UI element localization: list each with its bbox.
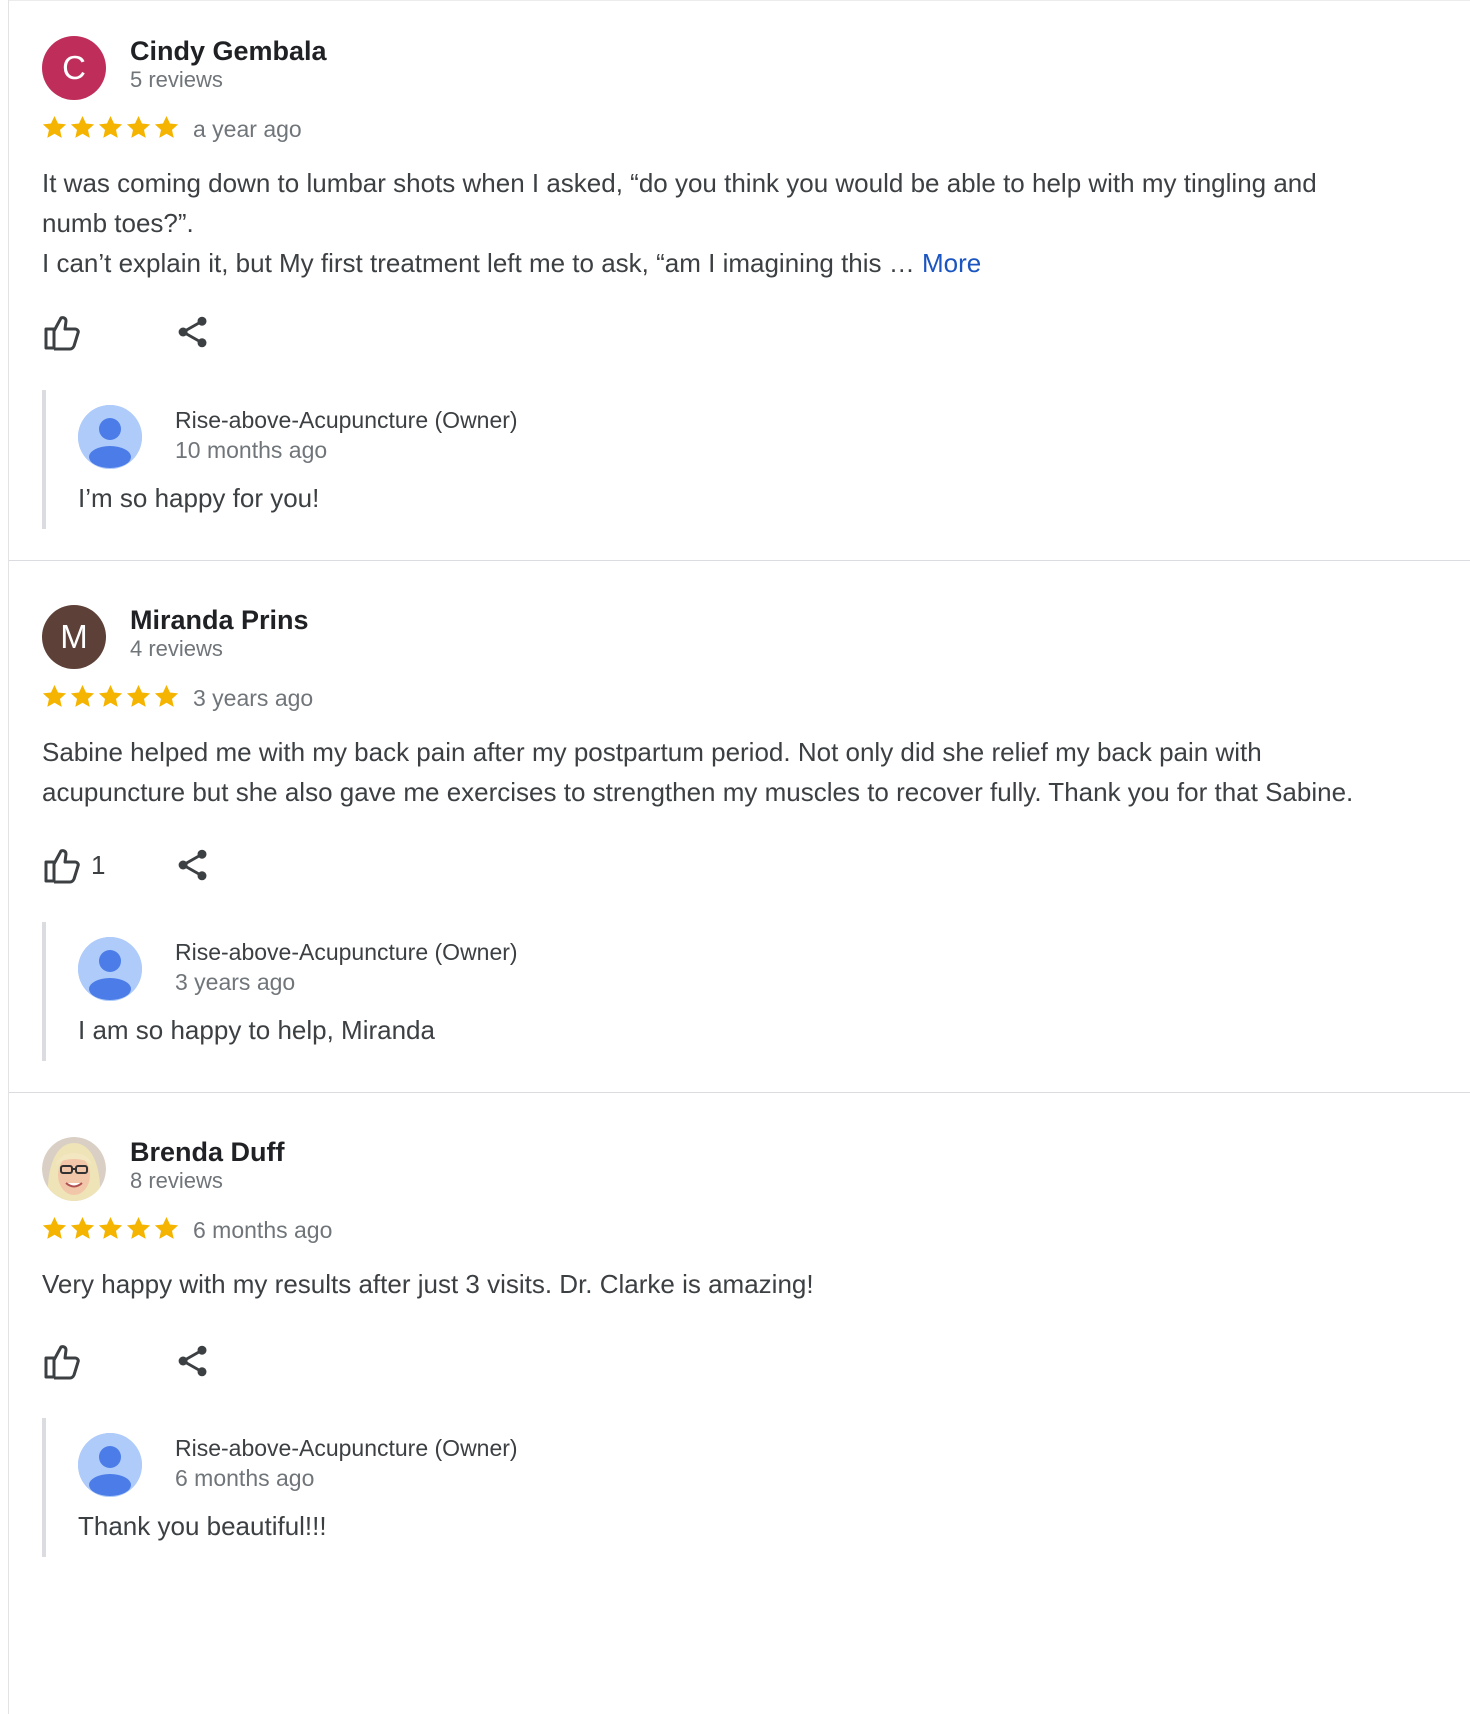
review-text: Very happy with my results after just 3 … bbox=[42, 1264, 1462, 1304]
reply-text: I’m so happy for you! bbox=[78, 483, 320, 513]
review-count: 5 reviews bbox=[130, 67, 223, 92]
owner-avatar[interactable] bbox=[78, 405, 142, 469]
star-icon bbox=[69, 683, 96, 710]
avatar[interactable] bbox=[42, 1137, 106, 1201]
star-icon bbox=[153, 114, 180, 141]
share-button[interactable] bbox=[171, 843, 215, 887]
review-count: 4 reviews bbox=[130, 636, 223, 661]
thumbs-up-icon bbox=[42, 845, 82, 885]
star-icon bbox=[153, 683, 180, 710]
review-text: Sabine helped me with my back pain after… bbox=[42, 732, 1462, 812]
star-icon bbox=[153, 1215, 180, 1242]
share-icon bbox=[175, 1343, 211, 1379]
owner-name[interactable]: Rise-above-Acupuncture (Owner) bbox=[175, 1435, 518, 1462]
top-divider bbox=[9, 0, 1470, 1]
review-text-line-3: I can’t explain it, but My first treatme… bbox=[42, 248, 922, 278]
star-icon bbox=[41, 114, 68, 141]
like-button[interactable] bbox=[42, 310, 86, 354]
more-link[interactable]: More bbox=[922, 248, 981, 278]
review-text: It was coming down to lumbar shots when … bbox=[42, 163, 1462, 283]
star-rating bbox=[41, 1215, 180, 1242]
star-icon bbox=[69, 1215, 96, 1242]
owner-reply: Rise-above-Acupuncture (Owner) 3 years a… bbox=[42, 922, 1142, 1061]
review-text-line: acupuncture but she also gave me exercis… bbox=[42, 777, 1354, 807]
reply-date: 6 months ago bbox=[175, 1465, 315, 1491]
review-date: 3 years ago bbox=[193, 685, 314, 711]
review-count: 8 reviews bbox=[130, 1168, 223, 1193]
review-date: a year ago bbox=[193, 116, 302, 142]
star-icon bbox=[41, 1215, 68, 1242]
star-icon bbox=[97, 114, 124, 141]
star-icon bbox=[125, 114, 152, 141]
star-icon bbox=[125, 1215, 152, 1242]
star-icon bbox=[97, 1215, 124, 1242]
reply-text: Thank you beautiful!!! bbox=[78, 1511, 327, 1541]
share-icon bbox=[175, 847, 211, 883]
reply-date: 10 months ago bbox=[175, 437, 328, 463]
star-icon bbox=[97, 683, 124, 710]
owner-reply: Rise-above-Acupuncture (Owner) 6 months … bbox=[42, 1418, 1142, 1557]
owner-name[interactable]: Rise-above-Acupuncture (Owner) bbox=[175, 407, 518, 434]
review-text-line: Sabine helped me with my back pain after… bbox=[42, 737, 1262, 767]
star-icon bbox=[69, 114, 96, 141]
reviews-list: C Cindy Gembala 5 reviews a year ago It … bbox=[8, 0, 1470, 1714]
reply-date: 3 years ago bbox=[175, 969, 296, 995]
star-icon bbox=[125, 683, 152, 710]
like-count: 1 bbox=[91, 850, 106, 880]
avatar[interactable]: C bbox=[42, 36, 106, 100]
like-button[interactable] bbox=[42, 1339, 86, 1383]
share-button[interactable] bbox=[171, 310, 215, 354]
share-button[interactable] bbox=[171, 1339, 215, 1383]
star-rating bbox=[41, 683, 180, 710]
review-text-line: Very happy with my results after just 3 … bbox=[42, 1269, 814, 1299]
thumbs-up-icon bbox=[42, 312, 82, 352]
owner-name[interactable]: Rise-above-Acupuncture (Owner) bbox=[175, 939, 518, 966]
reviewer-name[interactable]: Brenda Duff bbox=[130, 1137, 285, 1168]
review-text-line: I can’t explain it, but My first treatme… bbox=[42, 243, 1462, 283]
reviewer-name[interactable]: Cindy Gembala bbox=[130, 36, 327, 67]
avatar[interactable]: M bbox=[42, 605, 106, 669]
review-text-line: It was coming down to lumbar shots when … bbox=[42, 168, 1317, 198]
share-icon bbox=[175, 314, 211, 350]
reply-text: I am so happy to help, Miranda bbox=[78, 1015, 435, 1045]
review-text-line: numb toes?”. bbox=[42, 208, 194, 238]
review-date: 6 months ago bbox=[193, 1217, 333, 1243]
star-icon bbox=[41, 683, 68, 710]
review-divider bbox=[9, 560, 1470, 561]
thumbs-up-icon bbox=[42, 1341, 82, 1381]
owner-avatar[interactable] bbox=[78, 1433, 142, 1497]
owner-reply: Rise-above-Acupuncture (Owner) 10 months… bbox=[42, 390, 1142, 529]
review-divider bbox=[9, 1092, 1470, 1093]
star-rating bbox=[41, 114, 180, 141]
reviewer-name[interactable]: Miranda Prins bbox=[130, 605, 309, 636]
like-button[interactable] bbox=[42, 843, 86, 887]
owner-avatar[interactable] bbox=[78, 937, 142, 1001]
